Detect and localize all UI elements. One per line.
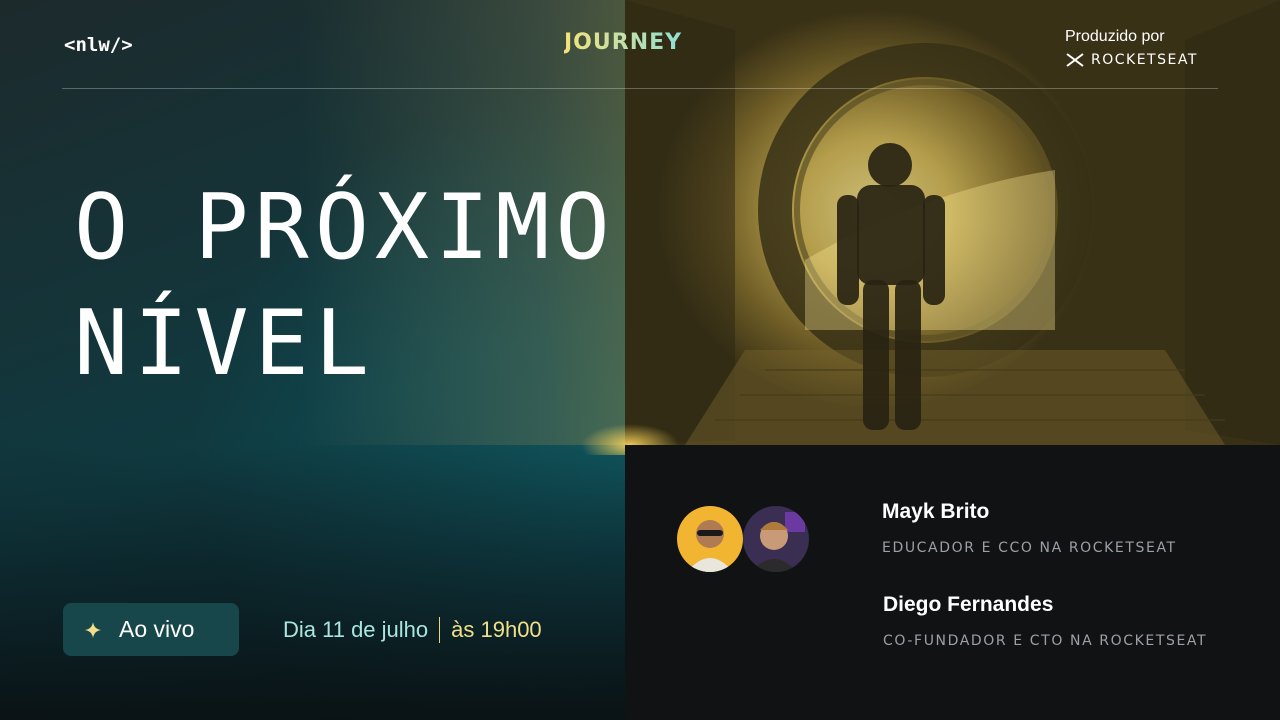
person-icon [687, 520, 733, 572]
produced-by-label: Produzido por [1065, 28, 1165, 45]
headline-line-2: NÍVEL [74, 291, 375, 396]
speaker-avatars [677, 506, 817, 574]
bottom-left-shade [0, 445, 625, 720]
sparkle-icon [85, 621, 101, 638]
person-icon [751, 512, 805, 572]
headline-line-1: O PRÓXIMO [74, 175, 616, 280]
rocketseat-icon [1066, 53, 1084, 67]
event-time: às 19h00 [451, 617, 542, 642]
speaker-2-role: CO-FUNDADOR E CTO NA ROCKETSEAT [883, 633, 1208, 649]
speaker-2-name: Diego Fernandes [883, 593, 1054, 616]
thumbnail-canvas: <nlw/> JOURNEY Produzido por ROCKETSEAT … [0, 0, 1280, 720]
nlw-logo: <nlw/> [64, 34, 133, 56]
avatar-mayk [677, 506, 743, 572]
header-divider [62, 88, 1218, 89]
event-date: Dia 11 de julho [283, 617, 429, 642]
avatar-diego [743, 506, 809, 572]
live-label: Ao vivo [119, 616, 195, 642]
journey-logo: JOURNEY [564, 30, 683, 55]
date-separator [439, 617, 441, 643]
live-badge: Ao vivo [63, 603, 239, 656]
speaker-panel [625, 445, 1280, 720]
speaker-1-name: Mayk Brito [882, 500, 990, 523]
headline: O PRÓXIMO NÍVEL [74, 170, 616, 402]
rocketseat-wordmark: ROCKETSEAT [1091, 52, 1198, 68]
event-datetime: Dia 11 de julho às 19h00 [283, 617, 542, 643]
rocketseat-logo: ROCKETSEAT [1065, 52, 1198, 68]
speaker-1-role: EDUCADOR E CCO NA ROCKETSEAT [882, 540, 1177, 556]
